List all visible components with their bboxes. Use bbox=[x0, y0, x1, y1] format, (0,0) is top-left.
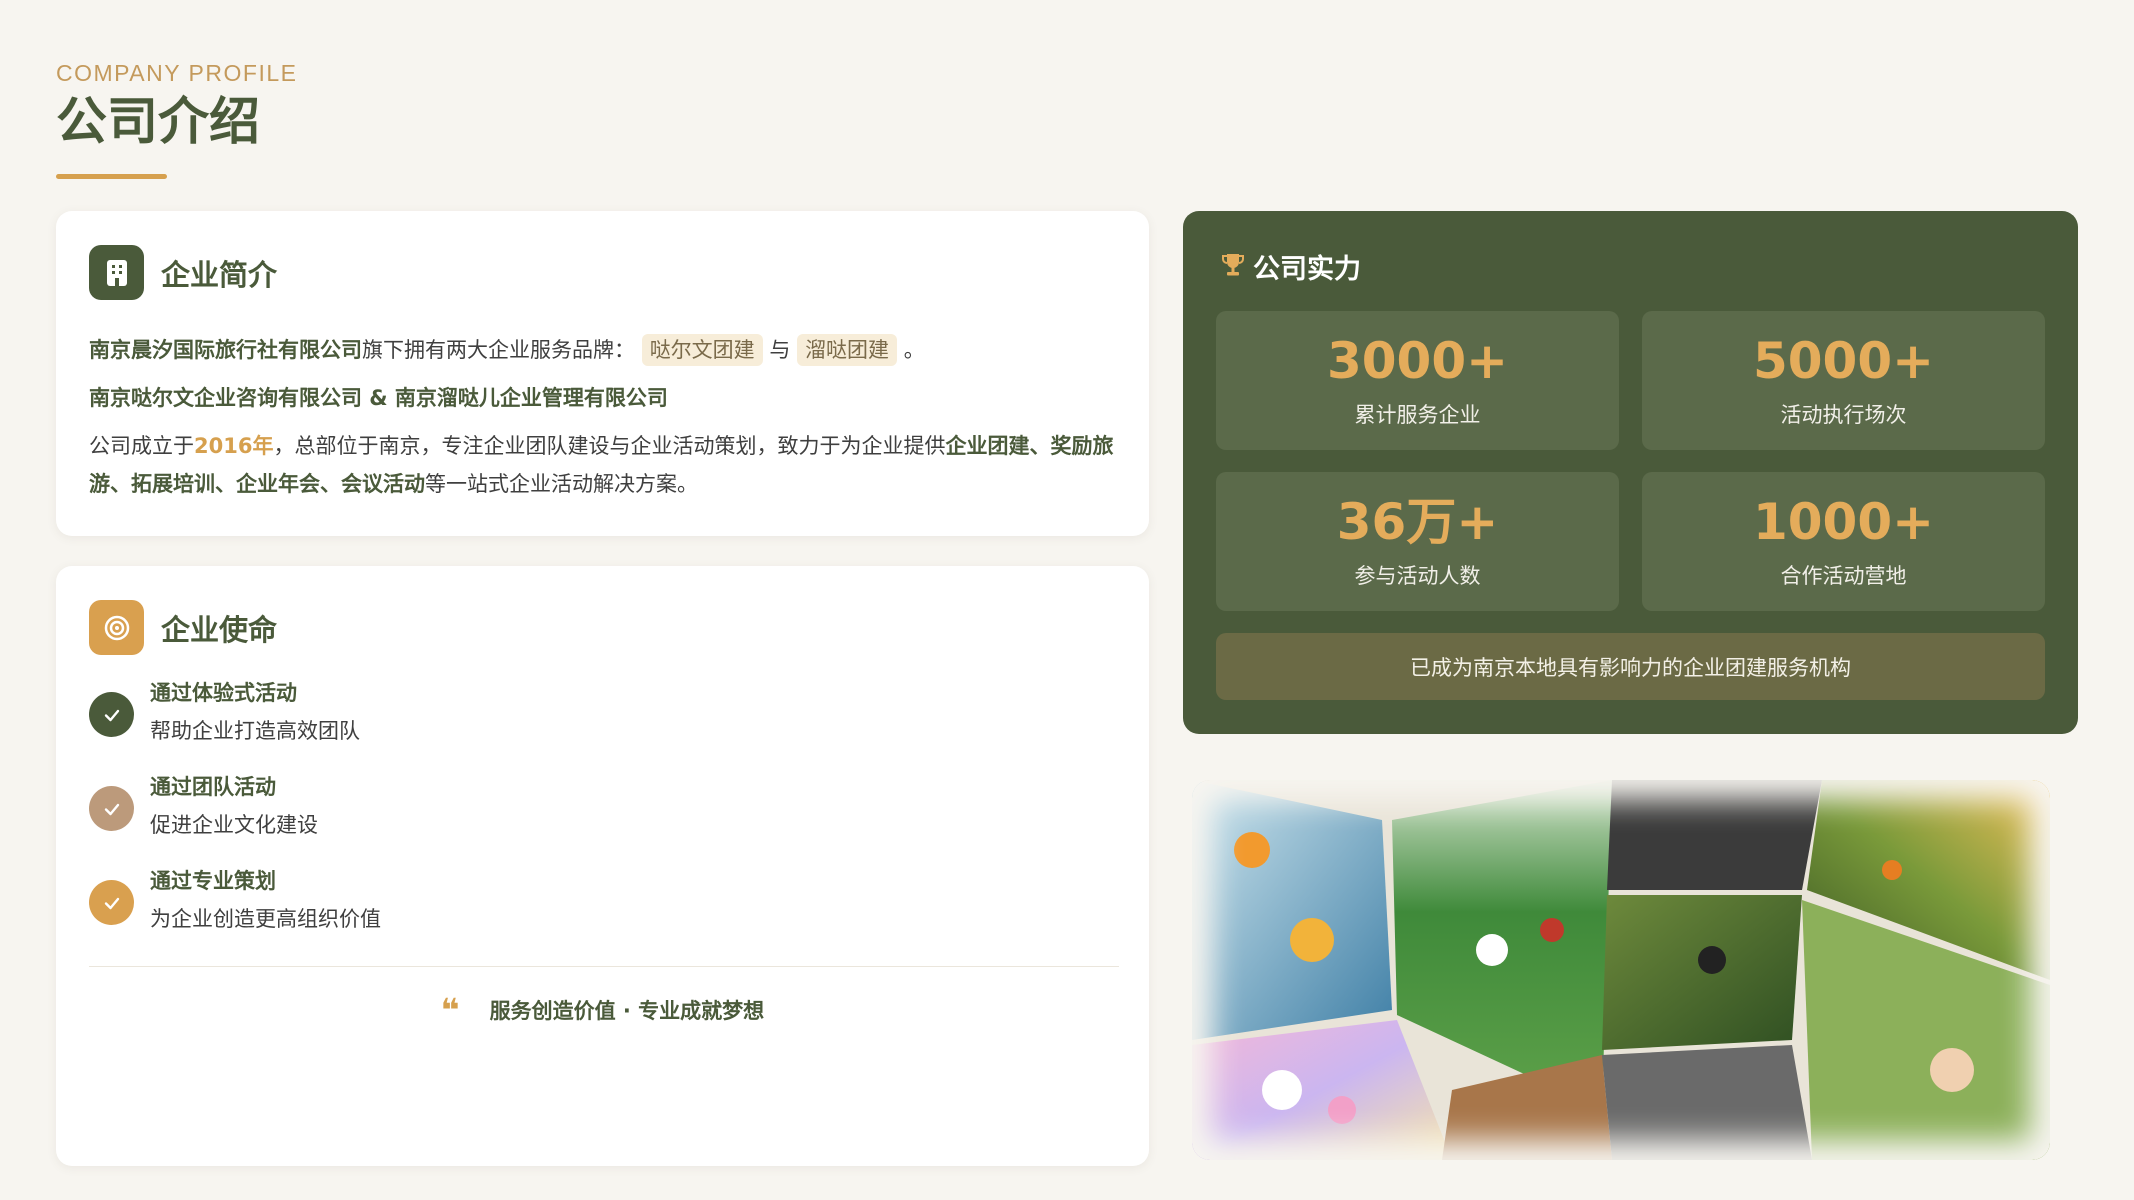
check-icon bbox=[89, 786, 134, 831]
stat-value: 1000+ bbox=[1752, 493, 1935, 551]
stat-card: 5000+ 活动执行场次 bbox=[1642, 311, 2045, 450]
strength-banner: 已成为南京本地具有影响力的企业团建服务机构 bbox=[1216, 633, 2045, 700]
para-part-2: ，总部位于南京，专注企业团队建设与企业活动策划，致力于为企业提供 bbox=[273, 434, 946, 458]
brand-end: 。 bbox=[903, 338, 925, 362]
stat-value: 36万+ bbox=[1336, 493, 1499, 551]
mission-item: 通过专业策划 为企业创造更高组织价值 bbox=[89, 866, 381, 960]
stat-label: 活动执行场次 bbox=[1780, 403, 1907, 427]
mission-item-title: 通过专业策划 bbox=[150, 869, 276, 893]
stat-value: 3000+ bbox=[1326, 332, 1509, 390]
target-icon bbox=[89, 600, 144, 655]
quote-icon: ❝ bbox=[440, 991, 460, 1029]
stat-value: 5000+ bbox=[1752, 332, 1935, 390]
check-icon bbox=[89, 880, 134, 925]
brand-lead: 旗下拥有两大企业服务品牌： bbox=[362, 338, 635, 362]
mission-item: 通过体验式活动 帮助企业打造高效团队 bbox=[89, 678, 381, 772]
stat-card: 36万+ 参与活动人数 bbox=[1216, 472, 1619, 611]
strength-card: 公司实力 3000+ 累计服务企业 5000+ 活动执行场次 36万+ 参与活动… bbox=[1183, 211, 2078, 734]
brand-chip-1: 哒尔文团建 bbox=[641, 334, 763, 366]
company-name: 南京晨汐国际旅行社有限公司 bbox=[89, 338, 362, 362]
mission-item: 通过团队活动 促进企业文化建设 bbox=[89, 772, 381, 866]
mission-item-subtitle: 为企业创造更高组织价值 bbox=[150, 907, 381, 931]
strength-title: 公司实力 bbox=[1253, 254, 1361, 285]
mission-item-subtitle: 促进企业文化建设 bbox=[150, 813, 318, 837]
stat-label: 参与活动人数 bbox=[1354, 564, 1481, 588]
page-eyebrow: COMPANY PROFILE bbox=[56, 60, 298, 86]
building-icon bbox=[89, 245, 144, 300]
intro-paragraph: 公司成立于2016年，总部位于南京，专注企业团队建设与企业活动策划，致力于为企业… bbox=[89, 427, 1119, 503]
page-title: 公司介绍 bbox=[56, 93, 261, 152]
mission-card: 企业使命 通过体验式活动 帮助企业打造高效团队 通过团队活动 促进企业文化建设 bbox=[56, 566, 1149, 1166]
stat-label: 合作活动营地 bbox=[1780, 564, 1907, 588]
mission-item-title: 通过团队活动 bbox=[150, 775, 276, 799]
check-icon bbox=[89, 692, 134, 737]
stat-card: 1000+ 合作活动营地 bbox=[1642, 472, 2045, 611]
brand-chip-2: 溜哒团建 bbox=[797, 334, 898, 366]
activity-photo-collage bbox=[1192, 780, 2050, 1160]
brand-and: 与 bbox=[769, 338, 791, 362]
mission-list: 通过体验式活动 帮助企业打造高效团队 通过团队活动 促进企业文化建设 通过专业策… bbox=[89, 678, 381, 960]
intro-title: 企业简介 bbox=[161, 257, 278, 292]
motto-row: ❝ 服务创造价值 · 专业成就梦想 bbox=[56, 994, 1149, 1026]
para-part-3: 等一站式企业活动解决方案。 bbox=[425, 472, 698, 496]
divider bbox=[89, 966, 1119, 967]
mission-item-title: 通过体验式活动 bbox=[150, 681, 297, 705]
brand-line: 南京晨汐国际旅行社有限公司旗下拥有两大企业服务品牌： 哒尔文团建 与 溜哒团建 … bbox=[89, 325, 1119, 375]
stat-label: 累计服务企业 bbox=[1354, 403, 1481, 427]
trophy-icon bbox=[1219, 251, 1247, 283]
para-part-1: 公司成立于 bbox=[89, 434, 194, 458]
page-header: COMPANY PROFILE 公司介绍 bbox=[56, 60, 297, 179]
title-underline bbox=[56, 174, 167, 179]
mission-item-subtitle: 帮助企业打造高效团队 bbox=[150, 719, 360, 743]
founded-year: 2016年 bbox=[194, 434, 274, 458]
stat-card: 3000+ 累计服务企业 bbox=[1216, 311, 1619, 450]
subsidiaries: 南京哒尔文企业咨询有限公司 & 南京溜哒儿企业管理有限公司 bbox=[89, 386, 668, 410]
mission-title: 企业使命 bbox=[161, 612, 278, 647]
intro-card: 企业简介 南京晨汐国际旅行社有限公司旗下拥有两大企业服务品牌： 哒尔文团建 与 … bbox=[56, 211, 1149, 536]
motto-text: 服务创造价值 · 专业成就梦想 bbox=[489, 999, 765, 1023]
